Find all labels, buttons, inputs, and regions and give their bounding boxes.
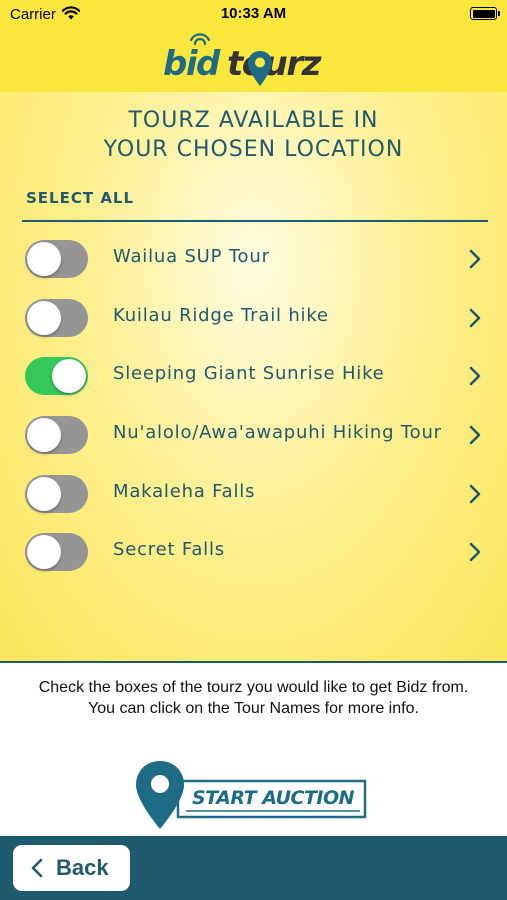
instructions-text: Check the boxes of the tourz you would l… xyxy=(38,679,469,717)
toggle-knob xyxy=(27,301,61,335)
info-panel: Check the boxes of the tourz you would l… xyxy=(0,661,507,836)
tour-name[interactable]: Nu'alolo/Awa'awapuhi Hiking Tour xyxy=(113,422,442,443)
tour-selection-panel: TOURZ AVAILABLE IN YOUR CHOSEN LOCATION … xyxy=(0,92,507,661)
tour-toggle[interactable] xyxy=(25,240,88,278)
app-header: bid tourz xyxy=(0,28,507,92)
chevron-right-icon[interactable] xyxy=(468,248,482,270)
battery-icon xyxy=(470,7,500,20)
chevron-right-icon[interactable] xyxy=(468,307,482,329)
select-all-button[interactable]: SELECT ALL xyxy=(26,189,134,207)
tour-toggle[interactable] xyxy=(25,357,88,395)
chevron-right-icon[interactable] xyxy=(468,541,482,563)
location-pin-icon xyxy=(248,51,272,86)
toggle-knob xyxy=(27,535,61,569)
tour-toggle[interactable] xyxy=(25,416,88,454)
bottom-nav-bar: Back xyxy=(0,836,507,900)
title-line-1: TOURZ AVAILABLE IN xyxy=(128,108,379,133)
logo-tourz-text: tourz xyxy=(227,44,321,84)
toggle-knob xyxy=(27,242,61,276)
logo-bid-text: bid xyxy=(163,44,220,84)
tour-name[interactable]: Kuilau Ridge Trail hike xyxy=(113,305,329,326)
divider xyxy=(22,220,488,222)
tour-toggle[interactable] xyxy=(25,475,88,513)
tour-toggle[interactable] xyxy=(25,533,88,571)
tour-row[interactable]: Kuilau Ridge Trail hike xyxy=(0,289,507,345)
page-title: TOURZ AVAILABLE IN YOUR CHOSEN LOCATION xyxy=(0,106,507,164)
tour-row[interactable]: Makaleha Falls xyxy=(0,465,507,521)
toggle-knob xyxy=(27,418,61,452)
toggle-knob xyxy=(52,359,86,393)
tour-row[interactable]: Nu'alolo/Awa'awapuhi Hiking Tour xyxy=(0,406,507,462)
status-time: 10:33 AM xyxy=(220,5,287,22)
back-button[interactable]: Back xyxy=(13,845,130,891)
chevron-right-icon[interactable] xyxy=(468,424,482,446)
tour-row[interactable]: Secret Falls xyxy=(0,523,507,579)
toggle-knob xyxy=(27,477,61,511)
tour-name[interactable]: Wailua SUP Tour xyxy=(113,246,270,267)
start-auction-button[interactable]: START AUCTION xyxy=(134,759,368,831)
tour-name[interactable]: Makaleha Falls xyxy=(113,481,255,502)
bidtourz-logo: bid tourz xyxy=(163,32,345,90)
chevron-left-icon xyxy=(31,858,43,878)
tour-name[interactable]: Secret Falls xyxy=(113,539,225,560)
status-bar: Carrier 10:33 AM xyxy=(0,0,507,28)
chevron-right-icon[interactable] xyxy=(468,365,482,387)
tour-row[interactable]: Wailua SUP Tour xyxy=(0,230,507,286)
back-label: Back xyxy=(56,855,109,880)
tour-toggle[interactable] xyxy=(25,299,88,337)
tour-row[interactable]: Sleeping Giant Sunrise Hike xyxy=(0,347,507,403)
title-line-2: YOUR CHOSEN LOCATION xyxy=(103,137,404,162)
start-auction-label: START AUCTION xyxy=(192,787,355,809)
tour-name[interactable]: Sleeping Giant Sunrise Hike xyxy=(113,363,385,384)
chevron-right-icon[interactable] xyxy=(468,483,482,505)
